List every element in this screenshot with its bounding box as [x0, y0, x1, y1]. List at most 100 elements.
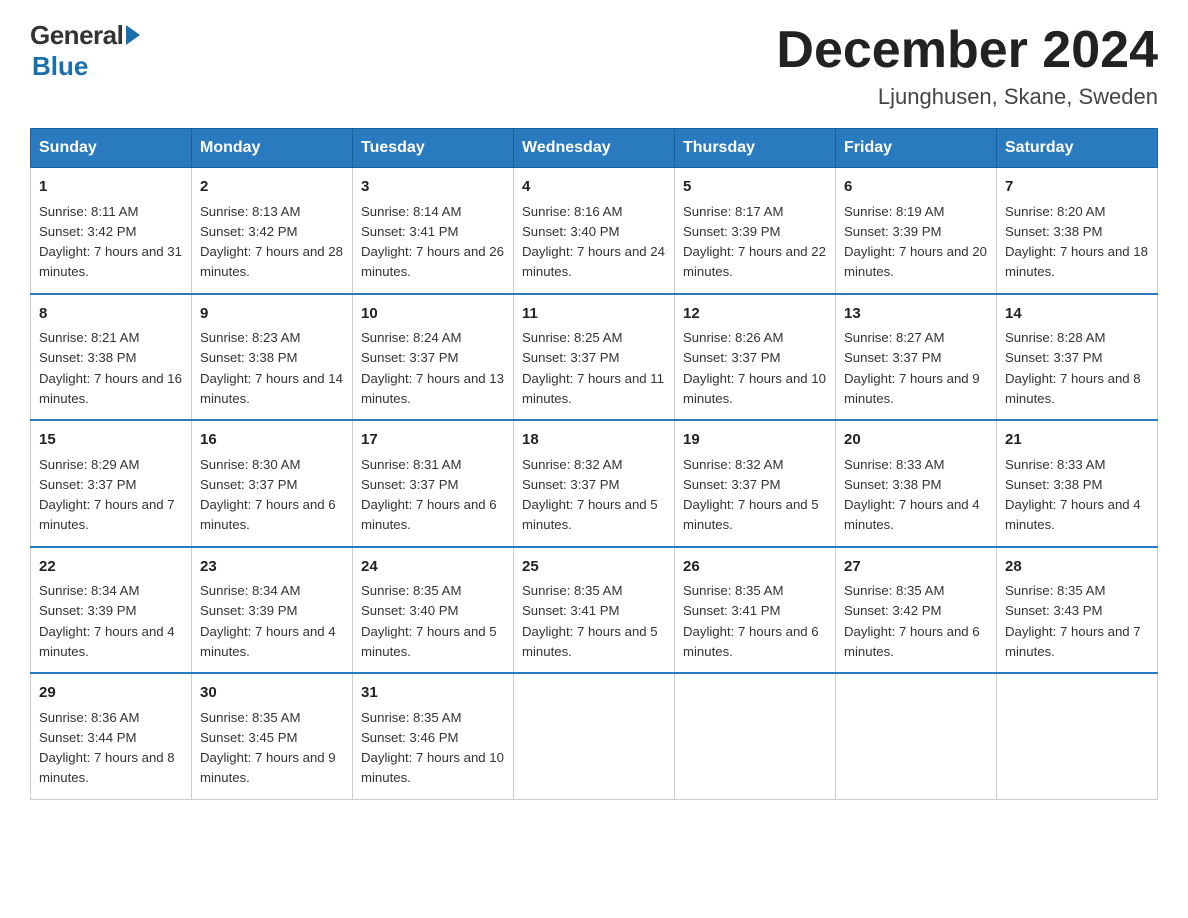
day-number: 20: [844, 429, 988, 452]
day-number: 21: [1005, 429, 1149, 452]
calendar-cell: 17 Sunrise: 8:31 AMSunset: 3:37 PMDayligh…: [353, 420, 514, 547]
day-info: Sunrise: 8:28 AMSunset: 3:37 PMDaylight:…: [1005, 330, 1141, 406]
day-info: Sunrise: 8:31 AMSunset: 3:37 PMDaylight:…: [361, 457, 497, 533]
calendar-cell: [675, 673, 836, 799]
title-block: December 2024 Ljunghusen, Skane, Sweden: [776, 20, 1158, 110]
day-info: Sunrise: 8:11 AMSunset: 3:42 PMDaylight:…: [39, 204, 182, 280]
calendar-cell: 26 Sunrise: 8:35 AMSunset: 3:41 PMDayligh…: [675, 547, 836, 674]
main-title: December 2024: [776, 20, 1158, 80]
col-header-tuesday: Tuesday: [353, 129, 514, 168]
day-number: 17: [361, 429, 505, 452]
col-header-saturday: Saturday: [997, 129, 1158, 168]
day-number: 13: [844, 303, 988, 326]
logo-blue-text: Blue: [32, 51, 88, 82]
calendar-cell: 28Sunrise: 8:35 AMSunset: 3:43 PMDayligh…: [997, 547, 1158, 674]
day-number: 11: [522, 303, 666, 326]
day-number: 16: [200, 429, 344, 452]
page-header: General Blue December 2024 Ljunghusen, S…: [30, 20, 1158, 110]
calendar-cell: 9 Sunrise: 8:23 AMSunset: 3:38 PMDaylight…: [192, 294, 353, 421]
calendar-cell: 2 Sunrise: 8:13 AMSunset: 3:42 PMDaylight…: [192, 168, 353, 294]
calendar-cell: 5 Sunrise: 8:17 AMSunset: 3:39 PMDaylight…: [675, 168, 836, 294]
day-info: Sunrise: 8:13 AMSunset: 3:42 PMDaylight:…: [200, 204, 343, 280]
day-info: Sunrise: 8:32 AMSunset: 3:37 PMDaylight:…: [522, 457, 658, 533]
calendar-cell: 14 Sunrise: 8:28 AMSunset: 3:37 PMDayligh…: [997, 294, 1158, 421]
week-row-5: 29Sunrise: 8:36 AMSunset: 3:44 PMDayligh…: [31, 673, 1158, 799]
day-number: 24: [361, 556, 505, 579]
day-info: Sunrise: 8:17 AMSunset: 3:39 PMDaylight:…: [683, 204, 826, 280]
col-header-monday: Monday: [192, 129, 353, 168]
day-info: Sunrise: 8:16 AMSunset: 3:40 PMDaylight:…: [522, 204, 665, 280]
day-info: Sunrise: 8:25 AMSunset: 3:37 PMDaylight:…: [522, 330, 664, 406]
day-info: Sunrise: 8:26 AMSunset: 3:37 PMDaylight:…: [683, 330, 826, 406]
calendar-cell: 19Sunrise: 8:32 AMSunset: 3:37 PMDayligh…: [675, 420, 836, 547]
calendar-cell: 31Sunrise: 8:35 AMSunset: 3:46 PMDayligh…: [353, 673, 514, 799]
day-info: Sunrise: 8:14 AMSunset: 3:41 PMDaylight:…: [361, 204, 504, 280]
calendar-cell: 3Sunrise: 8:14 AMSunset: 3:41 PMDaylight…: [353, 168, 514, 294]
calendar-cell: 30 Sunrise: 8:35 AMSunset: 3:45 PMDayligh…: [192, 673, 353, 799]
day-number: 4: [522, 176, 666, 199]
calendar-cell: 22 Sunrise: 8:34 AMSunset: 3:39 PMDayligh…: [31, 547, 192, 674]
week-row-2: 8Sunrise: 8:21 AMSunset: 3:38 PMDaylight…: [31, 294, 1158, 421]
day-info: Sunrise: 8:21 AMSunset: 3:38 PMDaylight:…: [39, 330, 182, 406]
calendar-cell: 11 Sunrise: 8:25 AMSunset: 3:37 PMDayligh…: [514, 294, 675, 421]
day-info: Sunrise: 8:35 AMSunset: 3:45 PMDaylight:…: [200, 710, 336, 786]
day-info: Sunrise: 8:34 AMSunset: 3:39 PMDaylight:…: [200, 583, 336, 659]
calendar-table: SundayMondayTuesdayWednesdayThursdayFrid…: [30, 128, 1158, 800]
calendar-cell: 20 Sunrise: 8:33 AMSunset: 3:38 PMDayligh…: [836, 420, 997, 547]
calendar-cell: 1 Sunrise: 8:11 AMSunset: 3:42 PMDaylight…: [31, 168, 192, 294]
day-number: 15: [39, 429, 183, 452]
logo-arrow-icon: [126, 25, 140, 45]
day-info: Sunrise: 8:35 AMSunset: 3:41 PMDaylight:…: [683, 583, 819, 659]
calendar-cell: [836, 673, 997, 799]
day-info: Sunrise: 8:20 AMSunset: 3:38 PMDaylight:…: [1005, 204, 1148, 280]
day-number: 27: [844, 556, 988, 579]
calendar-cell: 13Sunrise: 8:27 AMSunset: 3:37 PMDayligh…: [836, 294, 997, 421]
day-info: Sunrise: 8:33 AMSunset: 3:38 PMDaylight:…: [844, 457, 980, 533]
day-number: 10: [361, 303, 505, 326]
day-number: 22: [39, 556, 183, 579]
day-info: Sunrise: 8:35 AMSunset: 3:40 PMDaylight:…: [361, 583, 497, 659]
day-number: 18: [522, 429, 666, 452]
day-info: Sunrise: 8:35 AMSunset: 3:42 PMDaylight:…: [844, 583, 980, 659]
day-number: 7: [1005, 176, 1149, 199]
day-number: 30: [200, 682, 344, 705]
col-header-friday: Friday: [836, 129, 997, 168]
calendar-cell: 18 Sunrise: 8:32 AMSunset: 3:37 PMDayligh…: [514, 420, 675, 547]
calendar-cell: 7 Sunrise: 8:20 AMSunset: 3:38 PMDaylight…: [997, 168, 1158, 294]
col-header-sunday: Sunday: [31, 129, 192, 168]
logo-general-text: General: [30, 20, 123, 51]
day-number: 2: [200, 176, 344, 199]
calendar-cell: 24 Sunrise: 8:35 AMSunset: 3:40 PMDayligh…: [353, 547, 514, 674]
calendar-cell: 29Sunrise: 8:36 AMSunset: 3:44 PMDayligh…: [31, 673, 192, 799]
day-info: Sunrise: 8:35 AMSunset: 3:46 PMDaylight:…: [361, 710, 504, 786]
logo: General Blue: [30, 20, 140, 82]
calendar-cell: 10 Sunrise: 8:24 AMSunset: 3:37 PMDayligh…: [353, 294, 514, 421]
day-number: 5: [683, 176, 827, 199]
day-info: Sunrise: 8:24 AMSunset: 3:37 PMDaylight:…: [361, 330, 504, 406]
calendar-cell: 23 Sunrise: 8:34 AMSunset: 3:39 PMDayligh…: [192, 547, 353, 674]
day-info: Sunrise: 8:23 AMSunset: 3:38 PMDaylight:…: [200, 330, 343, 406]
day-number: 1: [39, 176, 183, 199]
day-info: Sunrise: 8:19 AMSunset: 3:39 PMDaylight:…: [844, 204, 987, 280]
calendar-cell: 6 Sunrise: 8:19 AMSunset: 3:39 PMDaylight…: [836, 168, 997, 294]
calendar-cell: 21 Sunrise: 8:33 AMSunset: 3:38 PMDayligh…: [997, 420, 1158, 547]
week-row-3: 15Sunrise: 8:29 AMSunset: 3:37 PMDayligh…: [31, 420, 1158, 547]
day-info: Sunrise: 8:34 AMSunset: 3:39 PMDaylight:…: [39, 583, 175, 659]
day-number: 14: [1005, 303, 1149, 326]
day-number: 26: [683, 556, 827, 579]
day-info: Sunrise: 8:30 AMSunset: 3:37 PMDaylight:…: [200, 457, 336, 533]
calendar-cell: [997, 673, 1158, 799]
day-info: Sunrise: 8:35 AMSunset: 3:41 PMDaylight:…: [522, 583, 658, 659]
day-number: 12: [683, 303, 827, 326]
subtitle: Ljunghusen, Skane, Sweden: [776, 84, 1158, 110]
calendar-cell: 27 Sunrise: 8:35 AMSunset: 3:42 PMDayligh…: [836, 547, 997, 674]
day-number: 6: [844, 176, 988, 199]
day-info: Sunrise: 8:33 AMSunset: 3:38 PMDaylight:…: [1005, 457, 1141, 533]
calendar-cell: 16 Sunrise: 8:30 AMSunset: 3:37 PMDayligh…: [192, 420, 353, 547]
calendar-cell: [514, 673, 675, 799]
day-number: 9: [200, 303, 344, 326]
day-number: 23: [200, 556, 344, 579]
calendar-cell: 15Sunrise: 8:29 AMSunset: 3:37 PMDayligh…: [31, 420, 192, 547]
day-info: Sunrise: 8:35 AMSunset: 3:43 PMDaylight:…: [1005, 583, 1141, 659]
col-header-thursday: Thursday: [675, 129, 836, 168]
